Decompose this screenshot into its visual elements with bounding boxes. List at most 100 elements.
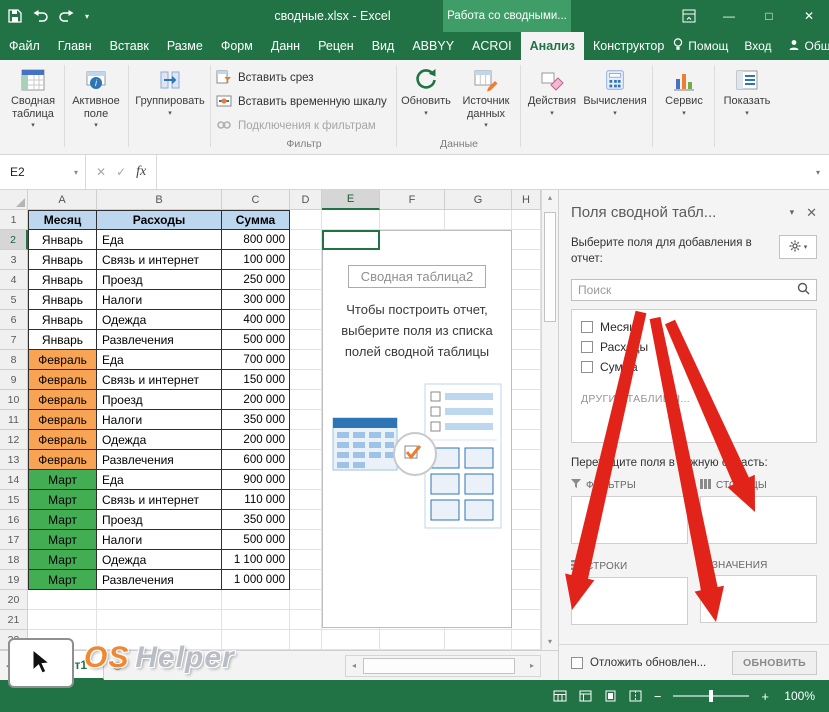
save-button[interactable] [8,9,22,23]
cell-A10[interactable]: Февраль [28,390,97,410]
close-button[interactable]: ✕ [789,0,829,32]
hscroll-left-arrow[interactable]: ◂ [346,656,362,676]
column-header-H[interactable]: H [512,190,541,210]
filter-connections-button[interactable]: Подключения к фильтрам [216,116,376,136]
cell-A7[interactable]: Январь [28,330,97,350]
field-item-сумма[interactable]: Сумма [581,357,807,377]
cell-H18[interactable] [512,550,541,570]
page-layout-view-button[interactable] [604,690,617,702]
cell-C3[interactable]: 100 000 [222,250,290,270]
cell-D19[interactable] [290,570,322,590]
cell-E22[interactable] [322,630,380,650]
page-break-view-button[interactable] [629,690,642,702]
cancel-formula-button[interactable]: ✕ [96,165,106,179]
cell-A4[interactable]: Январь [28,270,97,290]
fields-tools-button[interactable]: ▾ [779,235,817,259]
cell-C16[interactable]: 350 000 [222,510,290,530]
row-header-2[interactable]: 2 [0,230,28,250]
cell-A11[interactable]: Февраль [28,410,97,430]
cell-C20[interactable] [222,590,290,610]
minimize-button[interactable]: — [709,0,749,32]
cell-A8[interactable]: Февраль [28,350,97,370]
row-header-10[interactable]: 10 [0,390,28,410]
cell-B9[interactable]: Связь и интернет [97,370,222,390]
row-header-6[interactable]: 6 [0,310,28,330]
ribbon-display-options-button[interactable] [669,0,709,32]
cell-D5[interactable] [290,290,322,310]
ribbon-tab-9-acroi[interactable]: ACROI [463,32,521,60]
cell-F1[interactable] [380,210,445,230]
cell-D13[interactable] [290,450,322,470]
cell-A14[interactable]: Март [28,470,97,490]
cell-H6[interactable] [512,310,541,330]
cell-B22[interactable] [97,630,222,650]
display-settings-icon[interactable] [553,690,567,702]
cell-A1[interactable]: Месяц [28,210,97,230]
row-header-9[interactable]: 9 [0,370,28,390]
hscroll-right-arrow[interactable]: ▸ [524,656,540,676]
cell-H17[interactable] [512,530,541,550]
cell-B21[interactable] [97,610,222,630]
actions-button[interactable]: Действия ▾ [524,61,580,149]
vertical-scrollbar[interactable]: ▴ ▾ [541,190,558,650]
cell-D11[interactable] [290,410,322,430]
cell-B8[interactable]: Еда [97,350,222,370]
update-button[interactable]: ОБНОВИТЬ [732,651,817,675]
row-header-7[interactable]: 7 [0,330,28,350]
search-box[interactable] [571,279,817,301]
cell-H14[interactable] [512,470,541,490]
cell-C1[interactable]: Сумма [222,210,290,230]
cell-B2[interactable]: Еда [97,230,222,250]
cell-H10[interactable] [512,390,541,410]
cell-B19[interactable]: Развлечения [97,570,222,590]
share-button[interactable]: Общий доступ [788,39,829,54]
cell-B17[interactable]: Налоги [97,530,222,550]
cell-D3[interactable] [290,250,322,270]
ribbon-tab-10-анализ[interactable]: Анализ [521,32,584,60]
vscroll-up-arrow[interactable]: ▴ [542,190,558,206]
vscroll-thumb[interactable] [544,212,556,322]
insert-timeline-button[interactable]: Вставить временную шкалу [216,92,387,112]
zoom-slider-thumb[interactable] [709,690,713,702]
cell-B15[interactable]: Связь и интернет [97,490,222,510]
zoom-out-button[interactable]: − [654,689,662,704]
zoom-slider[interactable] [673,695,749,697]
row-header-17[interactable]: 17 [0,530,28,550]
row-header-5[interactable]: 5 [0,290,28,310]
undo-button[interactable] [33,10,48,22]
insert-function-button[interactable]: fx [136,164,146,180]
cell-A20[interactable] [28,590,97,610]
cell-D15[interactable] [290,490,322,510]
cell-B4[interactable]: Проезд [97,270,222,290]
field-checkbox[interactable] [581,361,593,373]
cell-A21[interactable] [28,610,97,630]
cell-D18[interactable] [290,550,322,570]
cell-D10[interactable] [290,390,322,410]
tools-button[interactable]: Сервис ▾ [656,61,712,149]
row-header-16[interactable]: 16 [0,510,28,530]
cell-D17[interactable] [290,530,322,550]
cell-A3[interactable]: Январь [28,250,97,270]
cell-H4[interactable] [512,270,541,290]
cell-C22[interactable] [222,630,290,650]
cell-B14[interactable]: Еда [97,470,222,490]
column-header-E[interactable]: E [322,190,380,210]
cell-A9[interactable]: Февраль [28,370,97,390]
ribbon-tab-0-файл[interactable]: Файл [0,32,49,60]
group-button[interactable]: Группировать ▾ [131,61,209,149]
row-header-15[interactable]: 15 [0,490,28,510]
area-dropzone-строки[interactable] [571,577,688,625]
area-dropzone-столбцы[interactable] [700,496,817,544]
column-header-C[interactable]: C [222,190,290,210]
cell-D14[interactable] [290,470,322,490]
cell-D16[interactable] [290,510,322,530]
row-header-8[interactable]: 8 [0,350,28,370]
ribbon-tab-4-форм[interactable]: Форм [212,32,262,60]
column-header-G[interactable]: G [445,190,512,210]
cell-D20[interactable] [290,590,322,610]
cell-A12[interactable]: Февраль [28,430,97,450]
row-header-11[interactable]: 11 [0,410,28,430]
cell-H13[interactable] [512,450,541,470]
cell-H20[interactable] [512,590,541,610]
cell-H16[interactable] [512,510,541,530]
